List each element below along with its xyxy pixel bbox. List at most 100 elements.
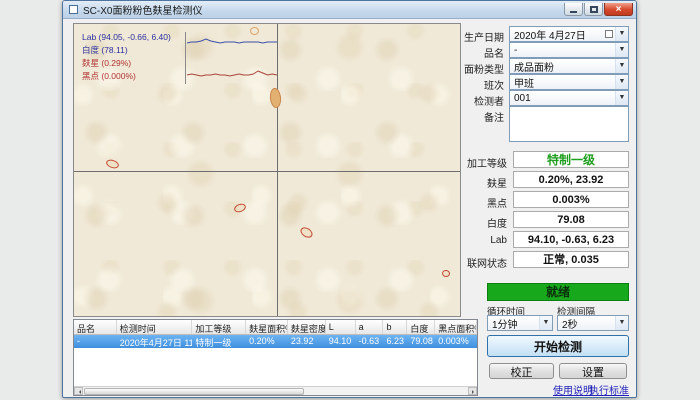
crosshair-horizontal xyxy=(74,171,460,172)
chevron-down-icon[interactable]: ▼ xyxy=(615,91,628,105)
production-date-value: 2020年 4月27日 xyxy=(510,27,605,42)
production-date-select[interactable]: 2020年 4月27日 ▼ xyxy=(509,26,629,42)
table-cell: 0.003% xyxy=(435,335,477,348)
table-cell: - xyxy=(74,335,117,348)
field-label-production-date: 生产日期 xyxy=(441,29,504,44)
chevron-down-icon[interactable]: ▼ xyxy=(615,75,628,89)
flour-type-value: 成品面粉 xyxy=(510,59,615,74)
table-cell: 2020年4月27日 11:10 xyxy=(117,335,193,348)
close-button[interactable]: × xyxy=(604,3,633,16)
table-cell: 79.08 xyxy=(407,335,435,348)
chevron-down-icon[interactable]: ▼ xyxy=(615,316,628,330)
titlebar[interactable]: SC-X0面粉粉色麸星检测仪 × xyxy=(63,1,636,19)
usage-instructions-link[interactable]: 使用说明 xyxy=(553,382,593,397)
table-cell: 6.23 xyxy=(383,335,407,348)
settings-button[interactable]: 设置 xyxy=(559,363,627,379)
result-value-whiteness: 79.08 xyxy=(513,211,629,228)
table-cell: 94.10 xyxy=(326,335,356,348)
whiteness-trend-line xyxy=(187,39,277,43)
history-table[interactable]: 品名检测时间加工等级麸星面积%麸星密度Lab白度黑点面积% -2020年4月27… xyxy=(73,319,478,396)
column-header[interactable]: L xyxy=(326,320,356,334)
flour-type-select[interactable]: 成品面粉▼ xyxy=(509,58,629,74)
calendar-icon xyxy=(605,30,613,38)
column-header[interactable]: 麸星面积% xyxy=(246,320,288,334)
product-name-value: - xyxy=(510,45,615,56)
result-value-lab: 94.10, -0.63, 6.23 xyxy=(513,231,629,248)
column-header[interactable]: 黑点面积% xyxy=(435,320,477,334)
overlay-lab-readout: Lab (94.05, -0.66, 6.40) xyxy=(82,31,171,44)
bran-speck xyxy=(233,202,247,214)
table-cell: 23.92 xyxy=(288,335,326,348)
result-label-black-spot: 黑点 xyxy=(435,195,507,210)
minimize-button[interactable] xyxy=(564,3,583,16)
column-header[interactable]: 麸星密度 xyxy=(288,320,326,334)
overlay-blackspot-readout: 黑点 (0.000%) xyxy=(82,70,171,83)
field-label-product-name: 品名 xyxy=(441,45,504,60)
cycle-time-value: 1分钟 xyxy=(488,316,539,331)
bran-speck xyxy=(105,158,120,170)
chevron-down-icon[interactable]: ▼ xyxy=(615,43,628,57)
bran-speck xyxy=(299,225,315,240)
overlay-bran-readout: 麸星 (0.29%) xyxy=(82,57,171,70)
result-label-lab: Lab xyxy=(435,235,507,246)
scrollbar-thumb[interactable] xyxy=(84,388,304,395)
table-row[interactable]: -2020年4月27日 11:10特制一级0.20%23.9294.10-0.6… xyxy=(74,335,477,348)
result-label-whiteness: 白度 xyxy=(435,215,507,230)
calibrate-button[interactable]: 校正 xyxy=(489,363,554,379)
inspector-value: 001 xyxy=(510,93,615,104)
overlay-whiteness-readout: 白度 (78.11) xyxy=(82,44,171,57)
field-label-flour-type: 面粉类型 xyxy=(441,61,504,76)
result-label-process-grade: 加工等级 xyxy=(435,155,507,170)
result-value-black-spot: 0.003% xyxy=(513,191,629,208)
field-label-remarks: 备注 xyxy=(441,109,504,124)
bran-speck xyxy=(250,27,259,35)
interval-select[interactable]: 2秒 ▼ xyxy=(557,315,629,331)
window-title: SC-X0面粉粉色麸星检测仪 xyxy=(83,2,202,17)
column-header[interactable]: 检测时间 xyxy=(117,320,193,334)
minimize-icon xyxy=(570,11,577,13)
measurement-overlay: Lab (94.05, -0.66, 6.40) 白度 (78.11) 麸星 (… xyxy=(82,31,171,83)
execution-standard-link[interactable]: 执行标准 xyxy=(589,382,629,397)
status-banner: 就绪 xyxy=(487,283,629,301)
scroll-right-icon[interactable] xyxy=(468,387,477,395)
table-header: 品名检测时间加工等级麸星面积%麸星密度Lab白度黑点面积% xyxy=(74,320,477,335)
result-value-process-grade: 特制一级 xyxy=(513,151,629,168)
column-header[interactable]: 品名 xyxy=(74,320,117,334)
result-value-network-status: 正常, 0.035 xyxy=(513,251,629,268)
table-cell: 特制一级 xyxy=(192,335,246,348)
product-name-select[interactable]: -▼ xyxy=(509,42,629,58)
field-label-shift: 班次 xyxy=(441,77,504,92)
column-header[interactable]: 加工等级 xyxy=(192,320,246,334)
bran-speck xyxy=(441,269,450,277)
chevron-down-icon[interactable]: ▼ xyxy=(615,59,628,73)
bran-trend-line xyxy=(187,71,277,76)
trend-sparkline-chart xyxy=(185,32,278,84)
shift-select[interactable]: 甲班▼ xyxy=(509,74,629,90)
column-header[interactable]: a xyxy=(356,320,384,334)
close-icon: × xyxy=(616,4,622,15)
column-header[interactable]: b xyxy=(383,320,407,334)
shift-value: 甲班 xyxy=(510,75,615,90)
column-header[interactable]: 白度 xyxy=(407,320,435,334)
chevron-down-icon[interactable]: ▼ xyxy=(615,27,628,41)
interval-value: 2秒 xyxy=(558,316,615,331)
cycle-time-select[interactable]: 1分钟 ▼ xyxy=(487,315,553,331)
result-label-bran: 麸星 xyxy=(435,175,507,190)
result-value-bran: 0.20%, 23.92 xyxy=(513,171,629,188)
maximize-button[interactable] xyxy=(584,3,603,16)
table-cell: 0.20% xyxy=(246,335,288,348)
inspector-select[interactable]: 001▼ xyxy=(509,90,629,106)
result-label-network-status: 联网状态 xyxy=(435,255,507,270)
app-window: SC-X0面粉粉色麸星检测仪 × Lab (94.05, -0.66, 6.40… xyxy=(62,0,637,398)
field-label-inspector: 检测者 xyxy=(441,93,504,108)
horizontal-scrollbar[interactable] xyxy=(74,386,477,395)
chevron-down-icon[interactable]: ▼ xyxy=(539,316,552,330)
maximize-icon xyxy=(590,6,598,13)
bran-speck xyxy=(269,87,282,108)
remarks-textarea[interactable] xyxy=(509,106,629,142)
table-cell: -0.63 xyxy=(356,335,384,348)
sample-image-panel[interactable]: Lab (94.05, -0.66, 6.40) 白度 (78.11) 麸星 (… xyxy=(73,23,461,317)
start-detection-button[interactable]: 开始检测 xyxy=(487,335,629,357)
scroll-left-icon[interactable] xyxy=(74,387,83,395)
app-icon xyxy=(69,5,78,14)
